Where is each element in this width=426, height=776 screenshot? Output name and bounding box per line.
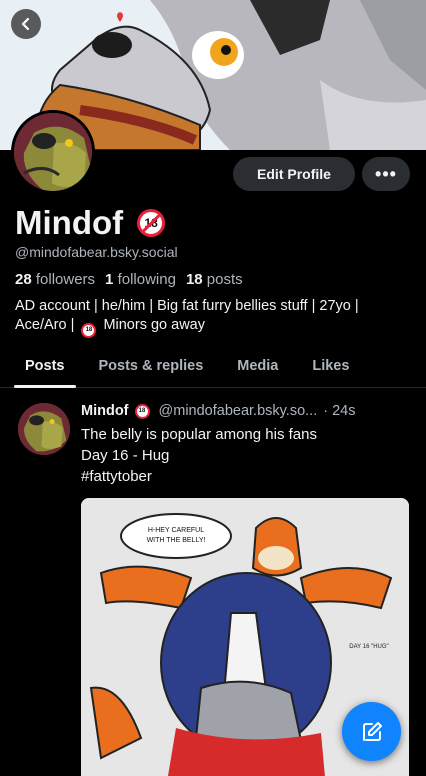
post-text-line-2: Day 16 - Hug xyxy=(81,447,170,464)
bio-line-2-start: Ace/Aro | xyxy=(15,317,75,333)
post-author-name[interactable]: Mindof xyxy=(81,403,129,419)
post-header: Mindof 18 @mindofabear.bsky.so... · 24s xyxy=(81,403,411,419)
following-count: 1 xyxy=(105,271,114,288)
post-hashtag[interactable]: #fattytober xyxy=(81,466,411,487)
post-author-avatar[interactable] xyxy=(18,403,70,455)
avatar-image xyxy=(14,113,92,191)
chevron-left-icon xyxy=(21,17,30,31)
tab-likes[interactable]: Likes xyxy=(312,343,349,388)
profile-avatar[interactable] xyxy=(11,110,95,194)
display-name: Mindof xyxy=(15,204,124,241)
tab-posts[interactable]: Posts xyxy=(14,343,75,388)
speech-bubble-text-2: WITH THE BELLY! xyxy=(147,537,206,544)
tab-posts-replies[interactable]: Posts & replies xyxy=(99,343,204,388)
post-timestamp[interactable]: · 24s xyxy=(323,403,355,419)
post-text: The belly is popular among his fans Day … xyxy=(81,424,411,487)
profile-bio: AD account | he/him | Big fat furry bell… xyxy=(15,297,405,338)
tab-media[interactable]: Media xyxy=(237,343,278,388)
adult-content-badge-icon: 18 xyxy=(137,209,166,237)
post-author-handle[interactable]: @mindofabear.bsky.so... xyxy=(159,403,318,419)
posts-label: posts xyxy=(206,271,243,288)
adult-content-mini-icon: 18 xyxy=(81,323,97,338)
following-label: following xyxy=(117,271,176,288)
followers-label: followers xyxy=(35,271,96,288)
edit-profile-button[interactable]: Edit Profile xyxy=(233,157,355,191)
posts-stat: 18 posts xyxy=(186,271,243,288)
name-row: Mindof 18 xyxy=(15,204,166,242)
followers-stat[interactable]: 28 followers xyxy=(15,271,95,288)
profile-handle: @mindofabear.bsky.social xyxy=(15,244,178,260)
adult-content-mini-icon: 18 xyxy=(134,403,150,419)
compose-icon xyxy=(362,721,382,741)
following-stat[interactable]: 1 following xyxy=(105,271,176,288)
back-button[interactable] xyxy=(11,9,41,39)
followers-count: 28 xyxy=(15,271,32,288)
posts-count: 18 xyxy=(185,271,203,288)
bio-line-2-end: Minors go away xyxy=(103,317,205,333)
profile-stats: 28 followers 1 following 18 posts xyxy=(15,271,253,288)
compose-post-button[interactable] xyxy=(342,702,401,761)
avatar-image xyxy=(18,403,70,455)
profile-tabs: Posts Posts & replies Media Likes xyxy=(0,343,426,388)
speech-bubble-text-1: H-HEY CAREFUL xyxy=(148,527,204,534)
more-options-button[interactable]: ••• xyxy=(362,157,410,191)
image-caption-text: DAY 16 "HUG" xyxy=(349,644,388,650)
bio-line-1: AD account | he/him | Big fat furry bell… xyxy=(15,298,359,314)
post-text-line-1: The belly is popular among his fans xyxy=(81,426,317,443)
bio-line-2: Ace/Aro | 18 Minors go away xyxy=(15,316,405,338)
